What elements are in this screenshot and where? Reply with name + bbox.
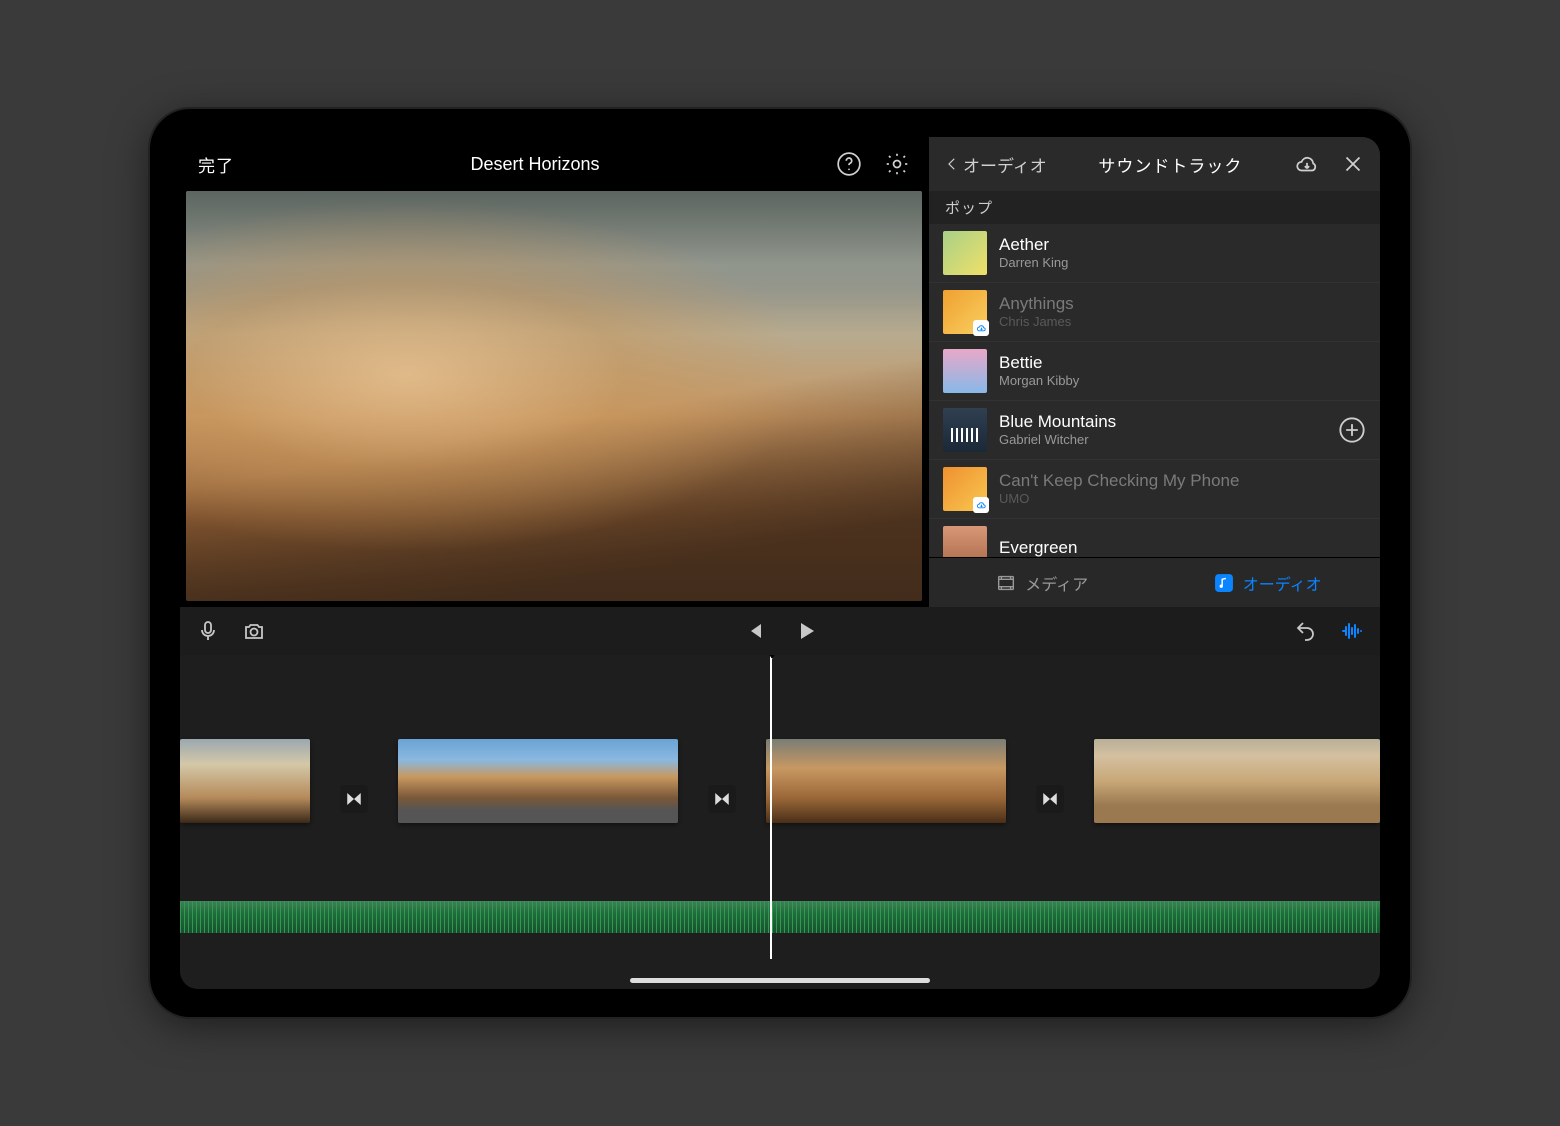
music-note-icon bbox=[1213, 572, 1235, 594]
microphone-icon[interactable] bbox=[196, 619, 220, 643]
album-art bbox=[943, 526, 987, 557]
track-info: Can't Keep Checking My PhoneUMO bbox=[999, 471, 1366, 507]
category-header: ポップ bbox=[929, 191, 1380, 224]
back-button[interactable]: オーディオ bbox=[943, 152, 1047, 177]
album-art bbox=[943, 290, 987, 334]
soundtrack-panel: オーディオ サウンドトラック ポップ AetherDarren King Anyt… bbox=[928, 137, 1380, 607]
cloud-badge-icon bbox=[973, 320, 989, 336]
camera-icon[interactable] bbox=[242, 619, 266, 643]
transition-icon[interactable] bbox=[1036, 785, 1064, 813]
project-header: 完了 Desert Horizons bbox=[180, 137, 928, 191]
track-title: Blue Mountains bbox=[999, 412, 1326, 432]
track-info: BettieMorgan Kibby bbox=[999, 353, 1366, 389]
track-title: Evergreen bbox=[999, 538, 1366, 557]
track-title: Can't Keep Checking My Phone bbox=[999, 471, 1366, 491]
close-icon[interactable] bbox=[1340, 151, 1366, 177]
add-track-button[interactable] bbox=[1338, 416, 1366, 444]
home-indicator[interactable] bbox=[630, 978, 930, 983]
timeline-toolbar bbox=[180, 607, 1380, 655]
preview-viewer[interactable] bbox=[186, 191, 922, 601]
clip[interactable] bbox=[766, 739, 1006, 823]
viewer-pane: 完了 Desert Horizons bbox=[180, 137, 928, 607]
cloud-badge-icon bbox=[973, 497, 989, 513]
clip[interactable] bbox=[1094, 739, 1380, 823]
panel-tabs: メディア オーディオ bbox=[929, 557, 1380, 607]
track-row[interactable]: AnythingsChris James bbox=[929, 283, 1380, 342]
video-track[interactable] bbox=[180, 739, 1380, 859]
album-art bbox=[943, 349, 987, 393]
transition-icon[interactable] bbox=[340, 785, 368, 813]
tab-audio-label: オーディオ bbox=[1243, 571, 1322, 595]
track-row[interactable]: BettieMorgan Kibby bbox=[929, 342, 1380, 401]
project-title: Desert Horizons bbox=[470, 154, 599, 175]
done-button[interactable]: 完了 bbox=[198, 152, 234, 177]
screen: 完了 Desert Horizons bbox=[180, 137, 1380, 989]
upper-area: 完了 Desert Horizons bbox=[180, 137, 1380, 607]
tab-media-label: メディア bbox=[1025, 571, 1088, 595]
track-info: Evergreen bbox=[999, 538, 1366, 557]
ipad-frame: 完了 Desert Horizons bbox=[150, 109, 1410, 1017]
track-list[interactable]: AetherDarren King AnythingsChris James Bet… bbox=[929, 224, 1380, 557]
track-row[interactable]: Blue MountainsGabriel Witcher bbox=[929, 401, 1380, 460]
cloud-download-icon[interactable] bbox=[1294, 151, 1320, 177]
filmstrip-icon bbox=[995, 572, 1017, 594]
track-artist: Gabriel Witcher bbox=[999, 432, 1326, 448]
track-row[interactable]: Evergreen bbox=[929, 519, 1380, 557]
track-row[interactable]: AetherDarren King bbox=[929, 224, 1380, 283]
back-label: オーディオ bbox=[963, 152, 1047, 177]
tab-media[interactable]: メディア bbox=[929, 558, 1155, 607]
track-artist: Chris James bbox=[999, 314, 1366, 330]
track-artist: Morgan Kibby bbox=[999, 373, 1366, 389]
track-artist: Darren King bbox=[999, 255, 1366, 271]
panel-title: サウンドトラック bbox=[1055, 152, 1286, 177]
track-row[interactable]: Can't Keep Checking My PhoneUMO bbox=[929, 460, 1380, 519]
panel-header: オーディオ サウンドトラック bbox=[929, 137, 1380, 191]
track-info: AetherDarren King bbox=[999, 235, 1366, 271]
audio-track[interactable] bbox=[180, 901, 1380, 933]
settings-icon[interactable] bbox=[884, 151, 910, 177]
waveform-icon[interactable] bbox=[1340, 619, 1364, 643]
clip[interactable] bbox=[180, 739, 310, 823]
chevron-left-icon bbox=[943, 155, 961, 173]
album-art bbox=[943, 231, 987, 275]
album-art bbox=[943, 408, 987, 452]
playhead[interactable] bbox=[770, 655, 772, 959]
clip[interactable] bbox=[398, 739, 678, 823]
track-title: Aether bbox=[999, 235, 1366, 255]
track-title: Anythings bbox=[999, 294, 1366, 314]
track-title: Bettie bbox=[999, 353, 1366, 373]
play-icon[interactable] bbox=[794, 619, 818, 643]
tab-audio[interactable]: オーディオ bbox=[1155, 558, 1381, 607]
transition-icon[interactable] bbox=[708, 785, 736, 813]
album-art bbox=[943, 467, 987, 511]
skip-back-icon[interactable] bbox=[742, 619, 766, 643]
timeline[interactable] bbox=[180, 655, 1380, 989]
track-artist: UMO bbox=[999, 491, 1366, 507]
help-icon[interactable] bbox=[836, 151, 862, 177]
track-info: AnythingsChris James bbox=[999, 294, 1366, 330]
track-info: Blue MountainsGabriel Witcher bbox=[999, 412, 1326, 448]
undo-icon[interactable] bbox=[1294, 619, 1318, 643]
